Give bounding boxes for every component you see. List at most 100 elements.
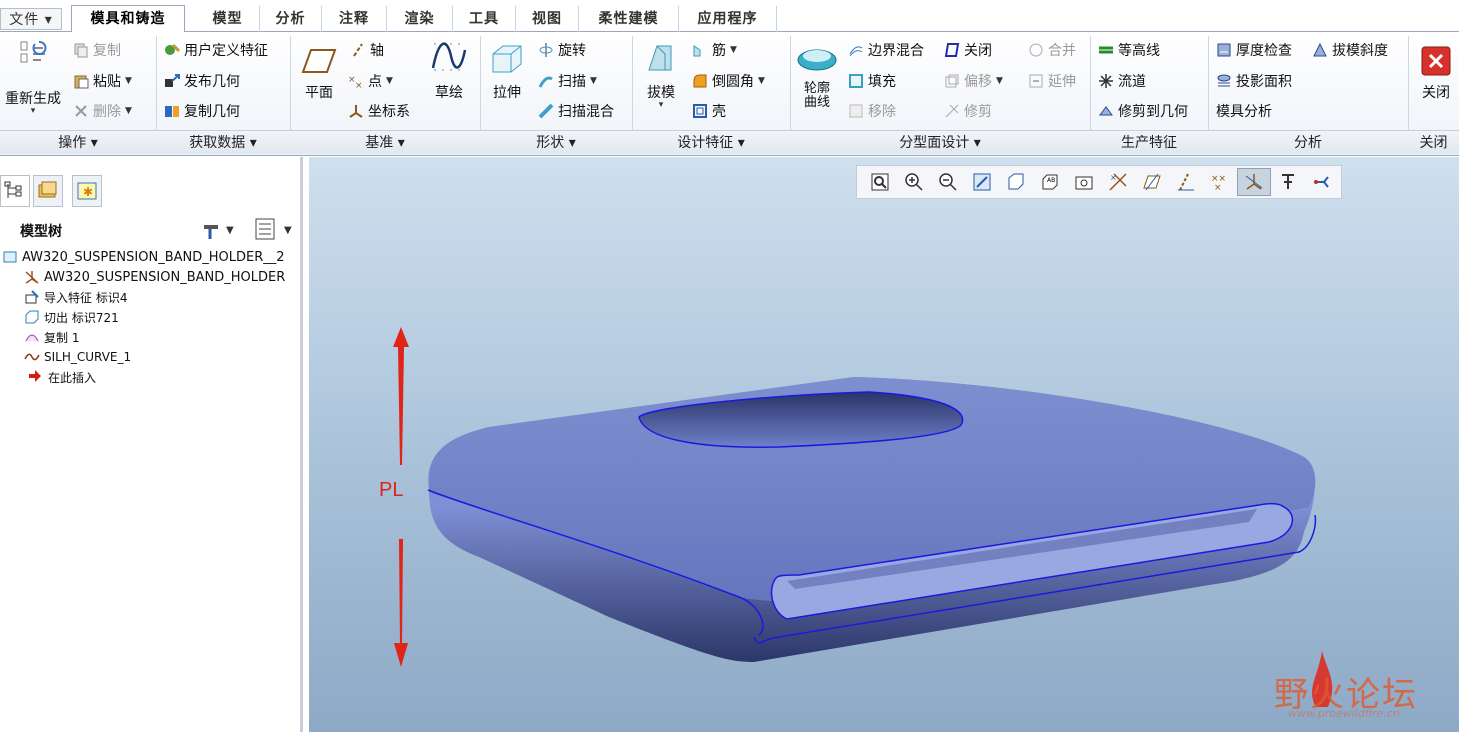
ribbon-tab-bar: 文件 ▾ 模具和铸造 模型 分析 注释 渲染 工具 视图 柔性建模 应用程序: [0, 0, 1459, 33]
point-button[interactable]: ××× 点▼: [348, 70, 393, 92]
group-parting-surface[interactable]: 分型面设计 ▾: [790, 130, 1090, 154]
tree-item-copy[interactable]: 复制 1: [24, 327, 79, 347]
tab-mold-casting[interactable]: 模具和铸造: [71, 5, 185, 33]
group-analysis[interactable]: 分析: [1208, 130, 1408, 154]
rib-icon: [692, 42, 708, 58]
group-shapes[interactable]: 形状 ▾: [480, 130, 632, 154]
app-window: 文件 ▾ 模具和铸造 模型 分析 注释 渲染 工具 视图 柔性建模 应用程序 重…: [0, 0, 1459, 732]
group-engineering[interactable]: 设计特征 ▾: [632, 130, 790, 154]
shell-button[interactable]: 壳: [692, 100, 726, 122]
tree-item-import-feature[interactable]: 导入特征 标识4: [24, 287, 127, 307]
sweep-button[interactable]: 扫描 ▼: [538, 70, 597, 92]
tab-favorites[interactable]: ✱: [72, 175, 102, 207]
trim-to-geometry-icon: [1098, 103, 1114, 119]
runner-button[interactable]: 流道: [1098, 70, 1146, 92]
regenerate-icon: [20, 41, 47, 63]
tab-render[interactable]: 渲染: [387, 6, 453, 32]
remove-button[interactable]: 移除: [848, 100, 896, 122]
thickness-check-icon: [1216, 42, 1232, 58]
tab-view[interactable]: 视图: [516, 6, 579, 32]
model-tree-icon: [4, 181, 22, 198]
offset-button[interactable]: 偏移 ▼: [944, 70, 1003, 92]
copy-geometry-icon: [164, 103, 180, 119]
copy-button[interactable]: 复制: [73, 39, 121, 61]
import-feature-icon: [25, 290, 39, 304]
graphics-viewport[interactable]: AB × ×× × PL 野火论坛 www.proewildfire.cn: [309, 157, 1459, 732]
group-get-data[interactable]: 获取数据 ▾: [156, 130, 290, 154]
thickness-check-button[interactable]: 厚度检查: [1216, 39, 1292, 61]
delete-button[interactable]: 删除 ▼: [73, 100, 132, 122]
publish-geometry-icon: [164, 73, 180, 89]
regenerate-button[interactable]: 重新生成 ▾: [2, 38, 64, 116]
tree-item-label: AW320_SUSPENSION_BAND_HOLDER__2: [22, 249, 285, 265]
tree-display-button[interactable]: ▼: [254, 217, 298, 245]
tab-model[interactable]: 模型: [196, 6, 260, 32]
tree-item-cut[interactable]: 切出 标识721: [24, 307, 119, 327]
mold-analysis-label: 模具分析: [1216, 104, 1272, 120]
tab-model-tree[interactable]: [0, 175, 30, 207]
copy-geometry-button[interactable]: 复制几何: [164, 100, 240, 122]
round-button[interactable]: 倒圆角 ▼: [692, 70, 765, 92]
round-label: 倒圆角: [712, 74, 754, 90]
remove-label: 移除: [868, 104, 896, 120]
tab-analysis[interactable]: 分析: [260, 6, 322, 32]
tab-flexible-modeling[interactable]: 柔性建模: [579, 6, 679, 32]
fill-button[interactable]: 填充: [848, 70, 896, 92]
down-arrow-icon: [394, 539, 408, 667]
paste-label: 粘贴: [93, 74, 121, 90]
tab-applications[interactable]: 应用程序: [679, 6, 777, 32]
tree-item-label: 复制 1: [44, 330, 80, 345]
group-production[interactable]: 生产特征: [1090, 130, 1208, 154]
silhouette-curve-button[interactable]: 轮廓曲线: [794, 42, 840, 110]
group-close[interactable]: 关闭: [1408, 130, 1459, 154]
group-operations[interactable]: 操作 ▾: [0, 130, 156, 154]
tab-folder-browser[interactable]: [33, 175, 63, 207]
boundary-blend-button[interactable]: 边界混合: [848, 39, 924, 61]
tree-item-root-part[interactable]: AW320_SUSPENSION_BAND_HOLDER__2: [2, 247, 285, 267]
pl-label: PL: [379, 479, 404, 501]
mold-analysis-button[interactable]: 模具分析: [1216, 100, 1272, 122]
regenerate-label: 重新生成: [5, 91, 61, 107]
tab-file[interactable]: 文件 ▾: [0, 8, 62, 30]
close-surface-button[interactable]: 关闭: [944, 39, 992, 61]
tree-item-datum[interactable]: AW320_SUSPENSION_BAND_HOLDER: [24, 267, 285, 287]
udf-button[interactable]: 用户定义特征: [164, 39, 268, 61]
projected-area-button[interactable]: 投影面积: [1216, 70, 1292, 92]
extrude-button[interactable]: 拉伸: [486, 40, 528, 102]
paste-button[interactable]: 粘贴 ▼: [73, 70, 132, 92]
merge-label: 合并: [1048, 43, 1076, 59]
tab-annotate[interactable]: 注释: [322, 6, 387, 32]
contour-button[interactable]: 等高线: [1098, 39, 1160, 61]
draft-check-button[interactable]: 拔模斜度: [1312, 39, 1388, 61]
sketch-button[interactable]: 草绘: [426, 40, 472, 102]
csys-button[interactable]: 坐标系: [348, 100, 410, 122]
copy-label: 复制: [93, 43, 121, 59]
runner-icon: [1098, 73, 1114, 89]
rib-button[interactable]: 筋 ▼: [692, 39, 737, 61]
group-datum[interactable]: 基准 ▾: [290, 130, 480, 154]
tree-settings-button[interactable]: ▼: [200, 217, 238, 245]
point-label: 点: [368, 74, 382, 90]
draft-button[interactable]: 拔模 ▾: [638, 40, 684, 110]
sketch-icon: [431, 42, 467, 71]
extend-button[interactable]: 延伸: [1028, 70, 1076, 92]
merge-button[interactable]: 合并: [1028, 39, 1076, 61]
tab-tools[interactable]: 工具: [453, 6, 516, 32]
trim-button[interactable]: 修剪: [944, 100, 992, 122]
plane-button[interactable]: 平面: [296, 46, 342, 102]
publish-geometry-button[interactable]: 发布几何: [164, 70, 240, 92]
close-surface-icon: [944, 42, 960, 58]
revolve-button[interactable]: 旋转: [538, 39, 586, 61]
runner-label: 流道: [1118, 74, 1146, 90]
axis-button[interactable]: 轴: [350, 39, 384, 61]
close-button[interactable]: 关闭: [1414, 46, 1458, 102]
axis-icon: [350, 42, 366, 58]
tree-item-insert-here[interactable]: 在此插入: [28, 367, 96, 387]
tree-item-label: AW320_SUSPENSION_BAND_HOLDER: [44, 269, 286, 285]
tree-item-silh-curve[interactable]: SILH_CURVE_1: [24, 347, 131, 367]
copy-icon: [73, 42, 89, 58]
trim-to-geometry-button[interactable]: 修剪到几何: [1098, 100, 1188, 122]
sweep-blend-button[interactable]: 扫描混合: [538, 100, 614, 122]
silhouette-curve-icon: [797, 49, 837, 71]
svg-text:▼: ▼: [226, 225, 234, 236]
